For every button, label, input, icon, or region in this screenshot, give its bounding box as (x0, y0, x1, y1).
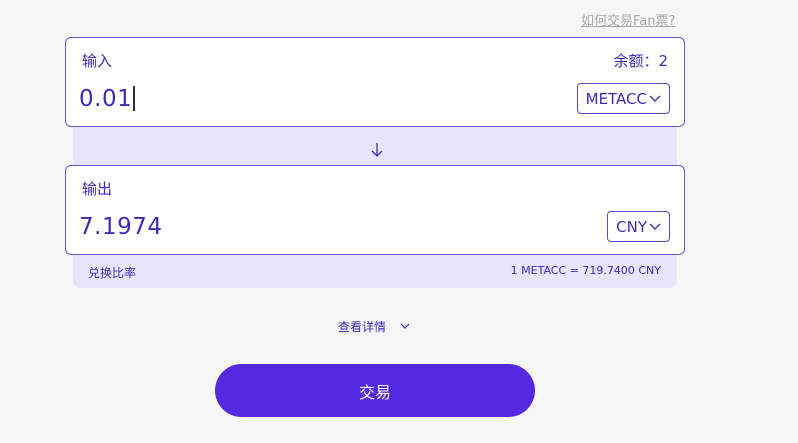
details-toggle-label: 查看详情 (338, 320, 387, 334)
text-caret (133, 86, 135, 111)
trade-button[interactable]: 交易 (215, 364, 535, 417)
balance-text: 余额：2 (613, 52, 668, 70)
output-label: 输出 (82, 180, 113, 198)
input-token-label: METACC (585, 89, 647, 108)
output-token-label: CNY (616, 217, 647, 236)
input-amount-value: 0.01 (79, 86, 133, 112)
output-panel: 输出 7.1974 CNY (65, 165, 685, 255)
output-amount-value: 7.1974 (79, 214, 163, 240)
help-link[interactable]: 如何交易Fan票? (581, 10, 675, 29)
input-token-select[interactable]: METACC (576, 83, 670, 114)
details-toggle[interactable]: 查看详情 (338, 318, 410, 335)
rate-label: 兑换比率 (88, 266, 137, 280)
output-token-select[interactable]: CNY (607, 211, 670, 242)
chevron-down-icon (649, 223, 661, 231)
arrow-down-icon (369, 140, 385, 160)
input-label: 输入 (82, 52, 113, 70)
output-amount-field[interactable]: 7.1974 (79, 214, 162, 240)
chevron-down-icon (400, 323, 410, 330)
chevron-down-icon (649, 95, 661, 103)
input-amount-field[interactable]: 0.01 (79, 86, 135, 112)
input-panel: 输入 余额：2 0.01 METACC (65, 37, 685, 127)
rate-value: 1 METACC = 719.7400 CNY (510, 264, 661, 277)
